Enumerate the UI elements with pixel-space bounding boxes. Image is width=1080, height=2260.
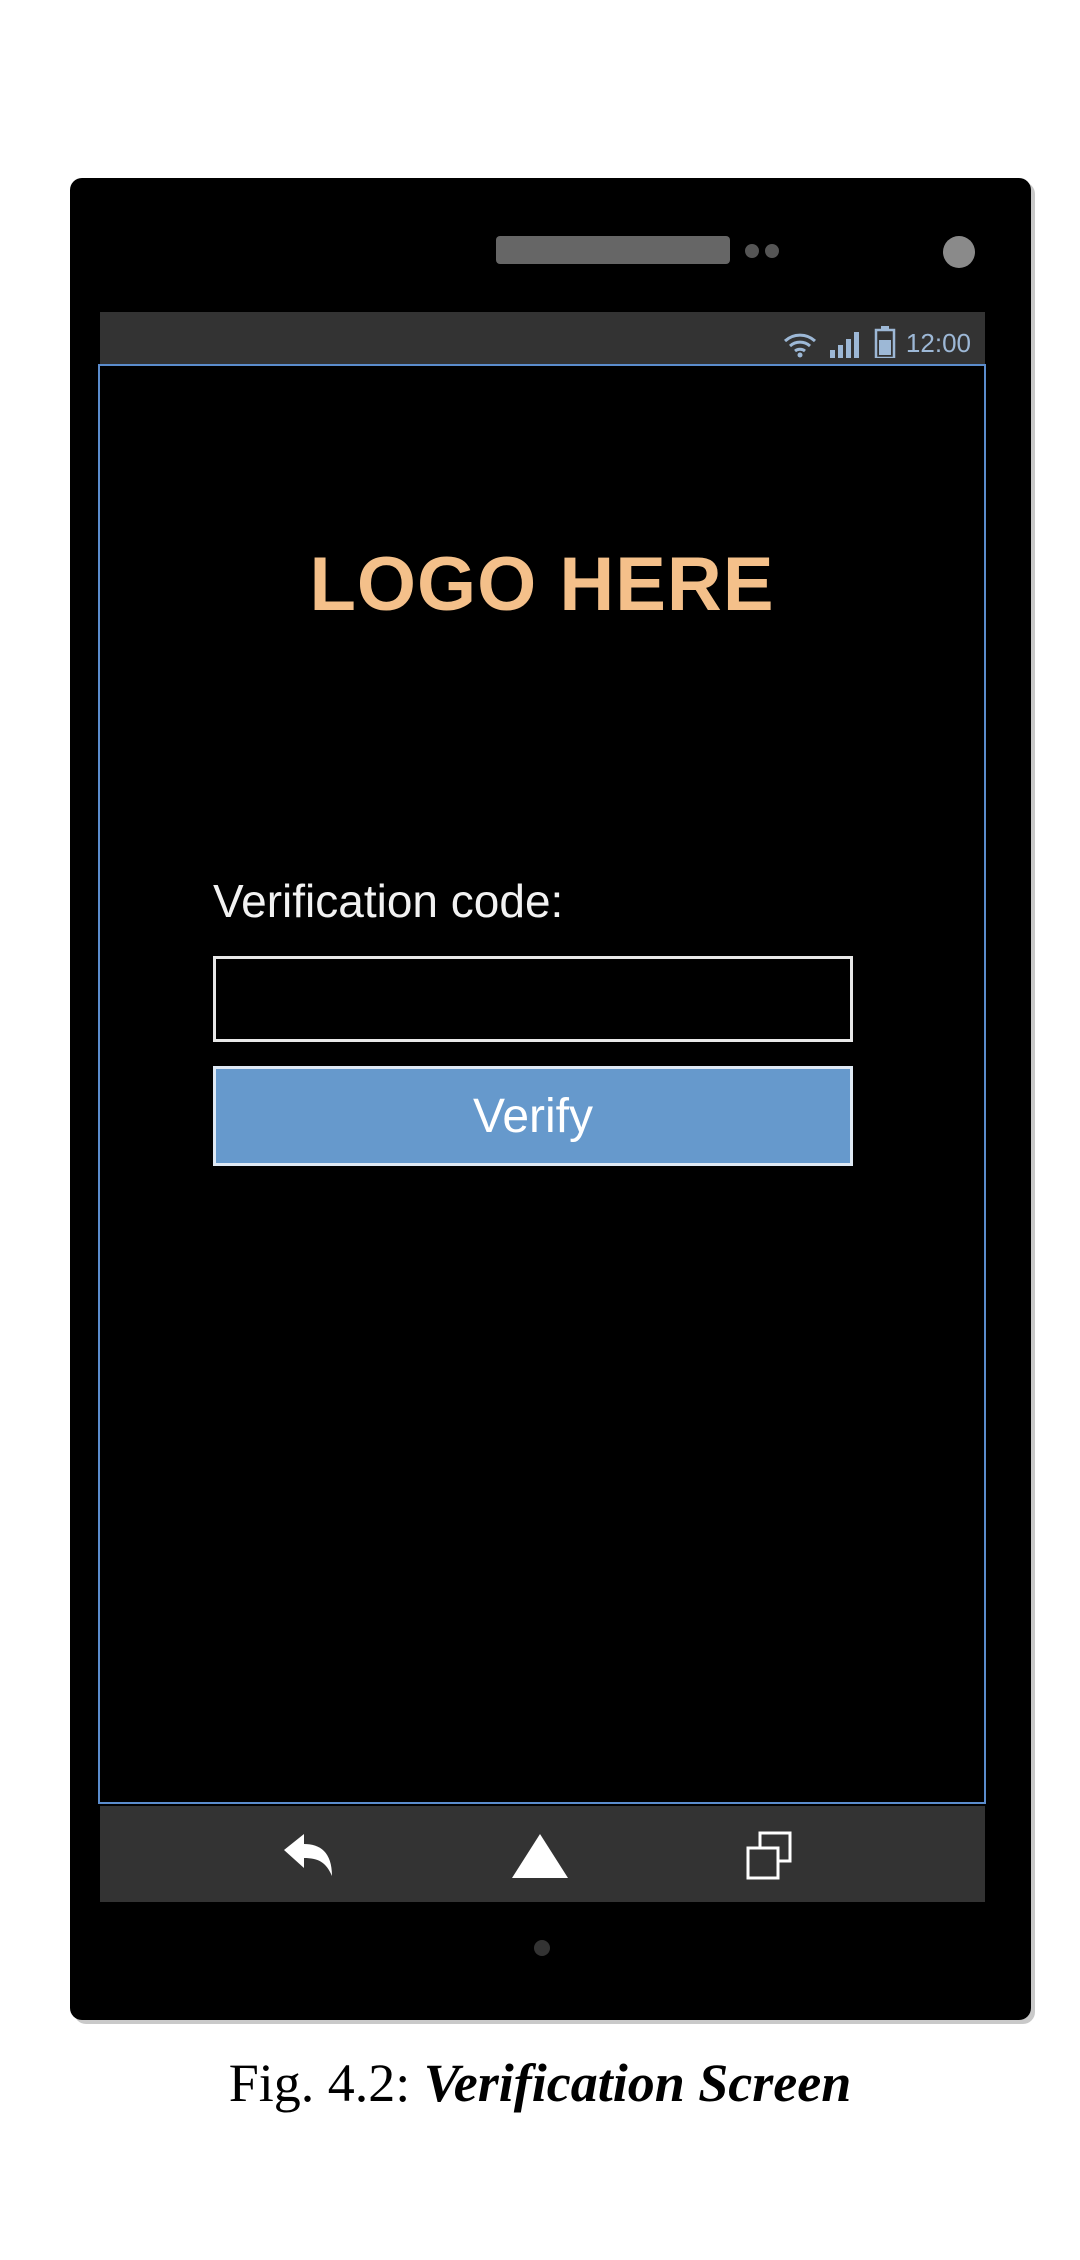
signal-icon xyxy=(829,332,859,358)
status-indicators: 12:00 xyxy=(782,326,971,358)
app-content: LOGO HERE Verification code: Verify xyxy=(98,364,986,1804)
sensor-dot xyxy=(745,244,759,258)
caption-prefix: Fig. 4.2: xyxy=(228,2053,424,2113)
verification-code-label: Verification code: xyxy=(213,875,564,927)
app-logo: LOGO HERE xyxy=(309,542,775,627)
status-time: 12:00 xyxy=(905,328,971,358)
phone-screen: 12:00 LOGO HERE Verification code: Verif… xyxy=(98,312,986,1902)
front-camera xyxy=(943,236,975,268)
wifi-icon xyxy=(783,333,816,358)
battery-icon xyxy=(874,326,896,358)
recent-apps-button[interactable] xyxy=(740,1830,800,1882)
sensor-dot xyxy=(765,244,779,258)
verify-button[interactable]: Verify xyxy=(213,1066,853,1166)
back-icon xyxy=(284,1834,332,1876)
home-indicator-dot xyxy=(534,1940,550,1956)
speaker-grille xyxy=(496,236,730,264)
home-button[interactable] xyxy=(510,1830,570,1882)
back-button[interactable] xyxy=(280,1830,340,1882)
status-bar: 12:00 xyxy=(100,312,985,364)
figure-caption: Fig. 4.2: Verification Screen xyxy=(0,2052,1080,2114)
verification-code-input[interactable] xyxy=(213,956,853,1042)
navigation-bar xyxy=(100,1806,985,1902)
caption-title: Verification Screen xyxy=(423,2053,852,2113)
recent-apps-icon xyxy=(746,1831,792,1880)
home-icon xyxy=(512,1834,568,1878)
